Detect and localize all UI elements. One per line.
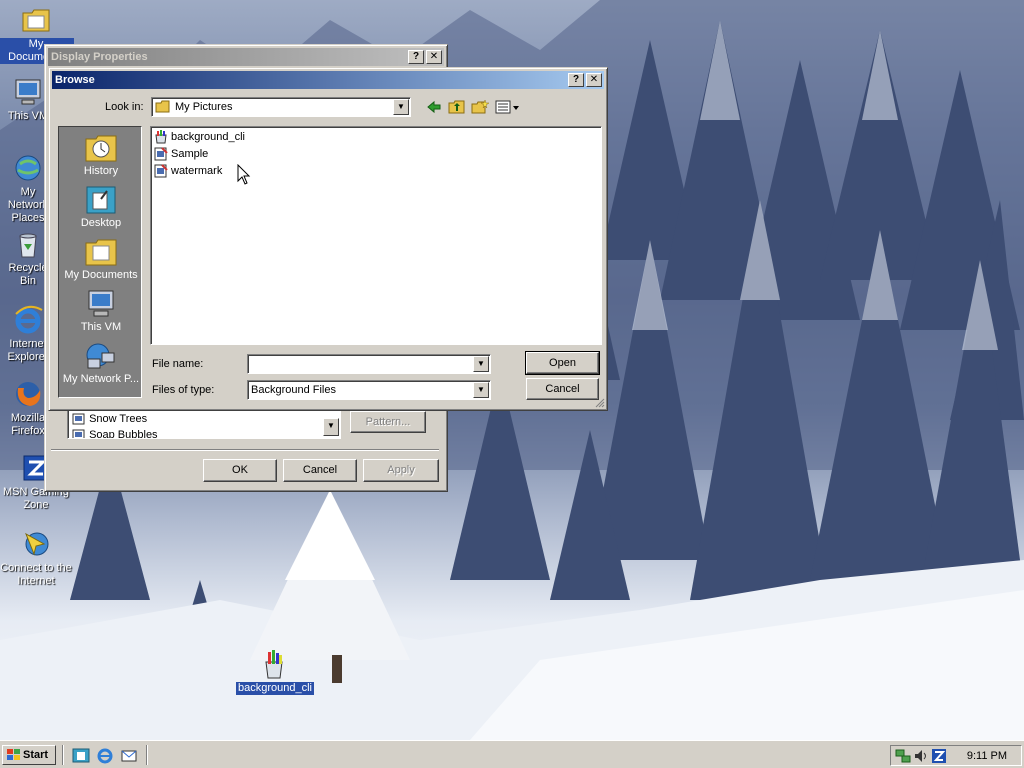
windows-logo-icon	[7, 749, 20, 760]
computer-icon	[15, 79, 41, 105]
desktop-icon-connect-to-the-internet[interactable]: Connect to the Internet	[0, 528, 74, 588]
places-bar: History Desktop My Documents This VM My …	[58, 126, 142, 398]
system-tray: 9:11 PM	[890, 745, 1022, 766]
background-file-icon	[155, 130, 167, 144]
display-properties-titlebar[interactable]: Display Properties ? ✕	[48, 48, 444, 66]
recycle-bin-icon	[19, 233, 37, 258]
desktop-icon	[86, 186, 116, 214]
cancel-button[interactable]: Cancel	[526, 378, 599, 400]
places-this-vm[interactable]: This VM	[59, 289, 143, 333]
close-button[interactable]: ✕	[586, 73, 602, 87]
close-button[interactable]: ✕	[426, 50, 442, 64]
volume-icon[interactable]	[913, 748, 929, 764]
file-item-background-cli[interactable]: background_cli	[154, 129, 245, 145]
file-name-input[interactable]: ▼	[247, 354, 491, 374]
file-item-watermark[interactable]: watermark	[154, 163, 222, 179]
look-in-dropdown[interactable]: My Pictures ▼	[151, 97, 411, 117]
places-history[interactable]: History	[59, 133, 143, 177]
outlook-express-icon[interactable]	[120, 747, 138, 765]
image-file-icon	[72, 413, 85, 425]
resize-grip-icon[interactable]	[593, 396, 605, 408]
view-menu-icon[interactable]	[495, 99, 521, 115]
wallpaper-item-snow-trees[interactable]: Snow Trees	[72, 412, 148, 426]
file-name-label: File name:	[152, 358, 204, 370]
help-button[interactable]: ?	[408, 50, 424, 64]
look-in-label: Look in:	[105, 101, 144, 113]
taskbar: Start 9:11 PM	[0, 740, 1024, 768]
ok-button[interactable]: OK	[203, 459, 277, 482]
places-my-documents[interactable]: My Documents	[59, 237, 143, 281]
file-name-dropdown-arrow[interactable]: ▼	[473, 356, 489, 372]
wallpaper-item-soap-bubbles[interactable]: Soap Bubbles	[72, 428, 158, 438]
browse-dialog: Browse ? ✕ Look in: My Pictures ▼ Histor…	[48, 67, 608, 411]
files-of-type-label: Files of type:	[152, 384, 215, 396]
my-documents-folder-icon	[85, 239, 117, 266]
history-icon	[85, 135, 117, 162]
image-file-icon	[154, 147, 168, 161]
taskbar-separator	[62, 745, 64, 765]
cancel-button[interactable]: Cancel	[283, 459, 357, 482]
list-scroll-down-button[interactable]: ▼	[323, 418, 339, 436]
connect-wizard-icon	[25, 532, 49, 556]
folder-icon	[155, 100, 170, 113]
internet-explorer-icon[interactable]	[96, 747, 114, 765]
divider	[51, 449, 439, 451]
file-list[interactable]: background_cli Sample watermark	[150, 126, 602, 345]
mouse-cursor-icon	[237, 164, 251, 185]
new-folder-icon[interactable]	[471, 99, 489, 115]
network-globe-icon	[15, 155, 41, 181]
folder-documents-icon	[22, 9, 50, 32]
image-file-icon	[154, 164, 168, 178]
look-in-dropdown-arrow[interactable]: ▼	[393, 99, 409, 115]
show-desktop-icon[interactable]	[72, 747, 90, 765]
zone-tray-icon[interactable]	[931, 748, 947, 764]
internet-explorer-icon	[15, 305, 43, 334]
start-button[interactable]: Start	[2, 745, 56, 765]
browse-titlebar[interactable]: Browse ? ✕	[52, 71, 604, 89]
background-cli-icon	[265, 650, 283, 679]
back-arrow-icon[interactable]	[426, 99, 442, 115]
files-of-type-dropdown[interactable]: Background Files ▼	[247, 380, 491, 400]
image-file-icon	[72, 429, 85, 438]
open-button[interactable]: Open	[525, 351, 600, 375]
apply-button[interactable]: Apply	[363, 459, 439, 482]
desktop-icon-background-cli[interactable]: background_cli	[236, 648, 314, 695]
places-desktop[interactable]: Desktop	[59, 185, 143, 229]
file-item-sample[interactable]: Sample	[154, 146, 208, 162]
places-my-network-places[interactable]: My Network P...	[59, 341, 143, 385]
network-places-icon	[86, 343, 115, 369]
computer-icon	[88, 290, 114, 317]
taskbar-separator	[146, 745, 148, 765]
firefox-icon	[16, 382, 41, 406]
up-one-level-icon[interactable]	[448, 99, 466, 115]
clock[interactable]: 9:11 PM	[967, 750, 1007, 762]
pattern-button[interactable]: Pattern...	[350, 411, 426, 433]
help-button[interactable]: ?	[568, 73, 584, 87]
network-connection-icon[interactable]	[895, 748, 911, 764]
files-of-type-dropdown-arrow[interactable]: ▼	[473, 382, 489, 398]
wallpaper-list[interactable]: Snow Trees Soap Bubbles ▼	[67, 409, 341, 439]
